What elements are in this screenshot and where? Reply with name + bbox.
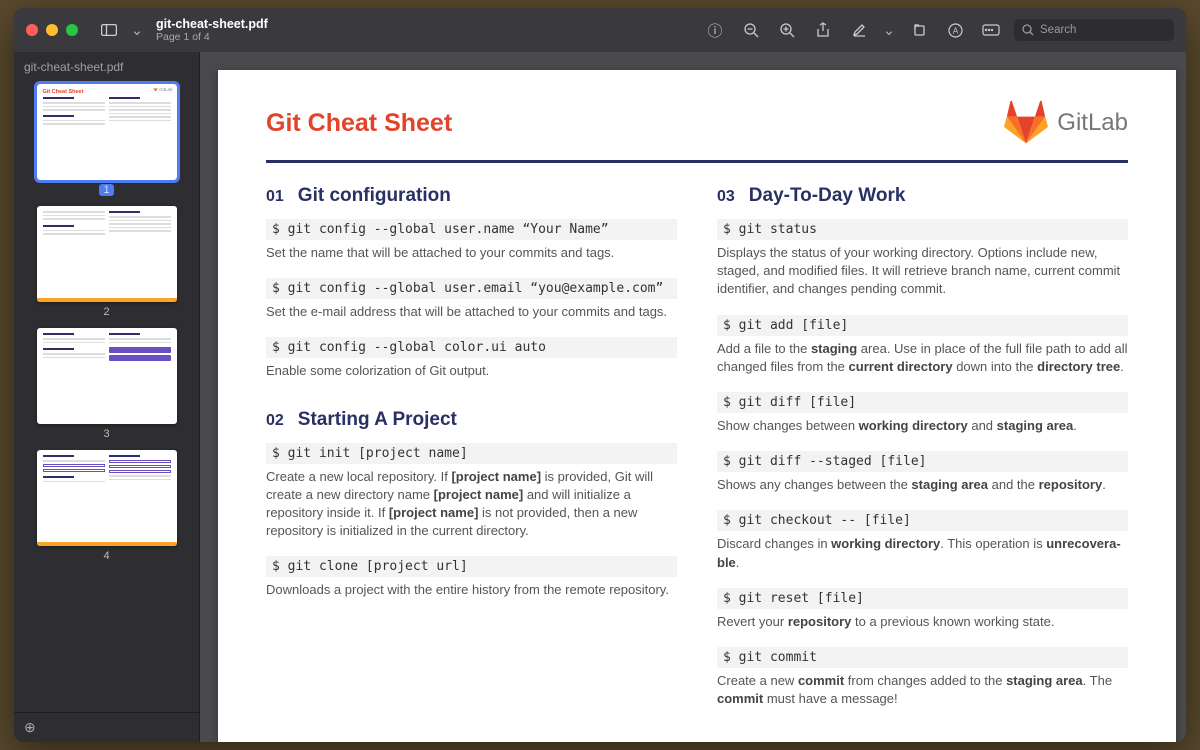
doc-section: 03 Day-To-Day Work $ git status Displays th…	[717, 185, 1128, 708]
command-description: Downloads a project with the entire hist…	[266, 581, 677, 599]
sidebar-view-menu[interactable]: ⌄	[130, 17, 144, 43]
command-description: Create a new local repository. If [proje…	[266, 468, 677, 541]
sidebar-title: git-cheat-sheet.pdf	[14, 52, 199, 80]
command-line: $ git config --global user.email “you@ex…	[266, 278, 677, 299]
command-line: $ git reset [file]	[717, 588, 1128, 609]
thumbnail-page-number: 4	[99, 550, 113, 562]
close-button[interactable]	[26, 24, 38, 36]
command-description: Set the e-mail address that will be atta…	[266, 303, 677, 321]
command-line: $ git checkout -- [file]	[717, 510, 1128, 531]
command-line: $ git add [file]	[717, 315, 1128, 336]
zoom-in-button[interactable]	[774, 17, 800, 43]
command-description: Set the name that will be attached to yo…	[266, 244, 677, 262]
sidebar-toggle-button[interactable]	[96, 17, 122, 43]
command-description: Revert your repository to a previous kno…	[717, 613, 1128, 631]
document-filename: git-cheat-sheet.pdf	[156, 17, 306, 31]
titlebar: ⌄ git-cheat-sheet.pdf Page 1 of 4 ⓘ ⌄	[14, 8, 1186, 52]
command-description: Enable some colorization of Git output.	[266, 362, 677, 380]
toolbar: ⓘ ⌄ A	[702, 17, 1174, 43]
command-description: Show changes between working directory a…	[717, 417, 1128, 435]
markup-menu[interactable]: ⌄	[882, 17, 896, 43]
maximize-button[interactable]	[66, 24, 78, 36]
brand-name: GitLab	[1057, 109, 1128, 137]
command-line: $ git commit	[717, 647, 1128, 668]
thumbnail-page-3[interactable]: 3	[24, 328, 189, 440]
doc-section: 02 Starting A Project $ git init [project …	[266, 409, 677, 600]
document-viewport[interactable]: Git Cheat Sheet GitLab	[200, 52, 1186, 742]
rotate-button[interactable]	[906, 17, 932, 43]
command-line: $ git config --global color.ui auto	[266, 337, 677, 358]
window-controls	[26, 24, 78, 36]
search-field[interactable]	[1014, 19, 1174, 41]
minimize-button[interactable]	[46, 24, 58, 36]
command-line: $ git config --global user.name “Your Na…	[266, 219, 677, 240]
thumbnail-page-number: 2	[99, 306, 113, 318]
section-title: Day-To-Day Work	[749, 185, 906, 207]
doc-title: Git Cheat Sheet	[266, 109, 452, 138]
doc-section: 01 Git configuration $ git config --global…	[266, 185, 677, 381]
thumbnail-page-2[interactable]: 2	[24, 206, 189, 318]
command-description: Shows any changes between the staging ar…	[717, 476, 1128, 494]
gitlab-icon	[1003, 100, 1049, 146]
section-title: Starting A Project	[298, 409, 457, 431]
title-block: git-cheat-sheet.pdf Page 1 of 4	[156, 17, 306, 43]
thumbnail-sidebar: git-cheat-sheet.pdf GitLab Git Cheat She…	[14, 52, 200, 742]
svg-text:A: A	[952, 26, 958, 35]
search-input[interactable]	[1040, 24, 1160, 36]
right-column: 03 Day-To-Day Work $ git status Displays th…	[717, 185, 1128, 736]
section-number: 03	[717, 188, 735, 206]
thumbnail-page-number: 1	[99, 184, 113, 196]
share-button[interactable]	[810, 17, 836, 43]
command-line: $ git diff --staged [file]	[717, 451, 1128, 472]
document-page: Git Cheat Sheet GitLab	[218, 70, 1176, 742]
left-column: 01 Git configuration $ git config --global…	[266, 185, 677, 736]
markup-button[interactable]	[846, 17, 872, 43]
search-icon	[1022, 24, 1034, 36]
command-line: $ git clone [project url]	[266, 556, 677, 577]
command-description: Displays the status of your working dire…	[717, 244, 1128, 299]
form-button[interactable]	[978, 17, 1004, 43]
add-page-button[interactable]: ⊕	[14, 712, 199, 742]
section-number: 02	[266, 412, 284, 430]
command-line: $ git init [project name]	[266, 443, 677, 464]
command-description: Add a file to the staging area. Use in p…	[717, 340, 1128, 376]
section-number: 01	[266, 188, 284, 206]
command-line: $ git status	[717, 219, 1128, 240]
highlight-button[interactable]: A	[942, 17, 968, 43]
section-title: Git configuration	[298, 185, 451, 207]
command-description: Create a new commit from changes added t…	[717, 672, 1128, 708]
brand-logo: GitLab	[1003, 100, 1128, 146]
zoom-out-button[interactable]	[738, 17, 764, 43]
thumbnail-page-number: 3	[99, 428, 113, 440]
command-description: Discard changes in working directory. Th…	[717, 535, 1128, 571]
app-window: ⌄ git-cheat-sheet.pdf Page 1 of 4 ⓘ ⌄	[14, 8, 1186, 742]
command-line: $ git diff [file]	[717, 392, 1128, 413]
thumbnail-page-4[interactable]: 4	[24, 450, 189, 562]
info-button[interactable]: ⓘ	[702, 17, 728, 43]
thumbnail-list: GitLab Git Cheat Sheet 1	[14, 80, 199, 712]
document-page-indicator: Page 1 of 4	[156, 31, 306, 43]
thumbnail-page-1[interactable]: GitLab Git Cheat Sheet 1	[24, 84, 189, 196]
